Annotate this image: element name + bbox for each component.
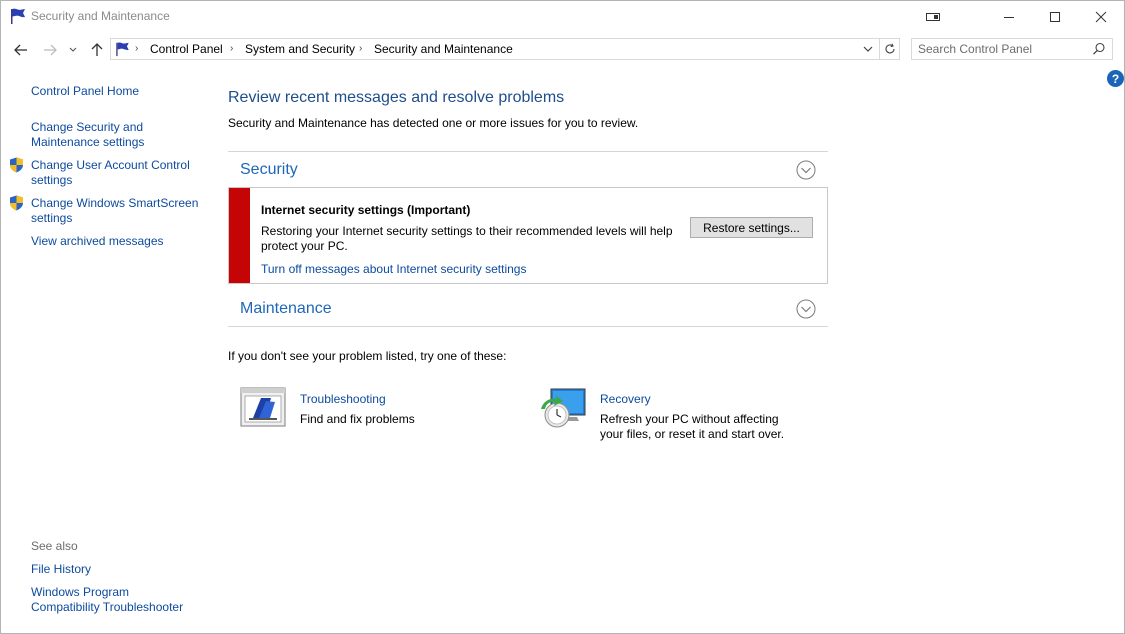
breadcrumb-separator-icon: ›: [230, 43, 234, 54]
page-subtitle: Security and Maintenance has detected on…: [228, 116, 639, 130]
alert-title: Internet security settings (Important): [261, 203, 471, 217]
window-title: Security and Maintenance: [31, 9, 170, 23]
minimize-icon: [1004, 16, 1014, 18]
see-also-label: See also: [31, 539, 78, 553]
expand-chevron-icon[interactable]: [796, 299, 816, 319]
troubleshooting-link[interactable]: Troubleshooting: [300, 392, 386, 406]
help-icon[interactable]: ?: [1107, 70, 1124, 87]
forward-button[interactable]: [41, 41, 59, 59]
sidebar-item-change-uac-settings[interactable]: Change User Account Control settings: [31, 158, 190, 188]
back-button[interactable]: [12, 41, 30, 59]
arrow-left-icon: [14, 44, 27, 56]
recent-locations-button[interactable]: [66, 41, 80, 59]
search-input[interactable]: [918, 41, 1086, 57]
recovery-icon[interactable]: [539, 387, 587, 431]
sidebar-item-change-smartscreen-settings[interactable]: Change Windows SmartScreen settings: [31, 196, 198, 226]
flag-icon: [116, 42, 129, 57]
tablet-mode-button[interactable]: [911, 1, 957, 32]
refresh-button[interactable]: [879, 39, 899, 59]
security-alert: Internet security settings (Important) R…: [228, 187, 828, 284]
maintenance-section-header[interactable]: Maintenance: [240, 300, 332, 318]
address-bar[interactable]: › Control Panel › System and Security › …: [110, 38, 900, 60]
page-title: Review recent messages and resolve probl…: [228, 89, 565, 106]
navigation-bar: › Control Panel › System and Security › …: [1, 37, 1124, 63]
breadcrumb-separator-icon: ›: [359, 43, 363, 54]
try-these-text: If you don't see your problem listed, tr…: [228, 349, 507, 363]
troubleshooting-description: Find and fix problems: [300, 412, 415, 426]
uac-shield-icon: [10, 157, 23, 173]
security-section-header[interactable]: Security: [240, 161, 298, 179]
see-also-file-history[interactable]: File History: [31, 562, 91, 577]
see-also-compatibility-troubleshooter[interactable]: Windows Program Compatibility Troublesho…: [31, 585, 183, 615]
alert-description: Restoring your Internet security setting…: [261, 224, 673, 253]
sidebar-item-change-security-settings[interactable]: Change Security and Maintenance settings: [31, 120, 144, 150]
breadcrumb-system-and-security[interactable]: System and Security: [245, 42, 355, 56]
divider: [228, 326, 828, 327]
restore-settings-button[interactable]: Restore settings...: [690, 217, 813, 238]
tablet-icon: [926, 12, 940, 21]
window: Security and Maintenance › Control Panel…: [0, 0, 1125, 634]
minimize-button[interactable]: [986, 1, 1032, 32]
recovery-description: Refresh your PC without affecting your f…: [600, 412, 785, 441]
breadcrumb-control-panel[interactable]: Control Panel: [150, 42, 223, 56]
uac-shield-icon: [10, 195, 23, 211]
search-box[interactable]: [911, 38, 1113, 60]
search-icon[interactable]: [1092, 42, 1106, 56]
divider: [228, 151, 828, 152]
title-bar: Security and Maintenance: [1, 1, 1124, 32]
sidebar-item-view-archived-messages[interactable]: View archived messages: [31, 234, 164, 249]
refresh-icon: [885, 43, 895, 54]
arrow-right-icon: [44, 44, 57, 56]
recovery-link[interactable]: Recovery: [600, 392, 651, 406]
close-button[interactable]: [1078, 1, 1124, 32]
up-button[interactable]: [88, 41, 106, 59]
alert-severity-stripe: [229, 188, 250, 283]
chevron-down-icon[interactable]: [861, 42, 875, 56]
turn-off-messages-link[interactable]: Turn off messages about Internet securit…: [261, 262, 526, 276]
troubleshooting-icon[interactable]: [239, 385, 287, 429]
sidebar-item-control-panel-home[interactable]: Control Panel Home: [31, 84, 139, 99]
collapse-chevron-icon[interactable]: [796, 160, 816, 180]
arrow-up-icon: [91, 43, 103, 56]
flag-icon: [11, 8, 25, 24]
maximize-button[interactable]: [1032, 1, 1078, 32]
maximize-icon: [1050, 11, 1060, 22]
breadcrumb-separator-icon: ›: [135, 43, 139, 54]
breadcrumb-security-and-maintenance[interactable]: Security and Maintenance: [374, 42, 513, 56]
chevron-down-icon: [69, 47, 77, 52]
close-icon: [1095, 11, 1107, 22]
